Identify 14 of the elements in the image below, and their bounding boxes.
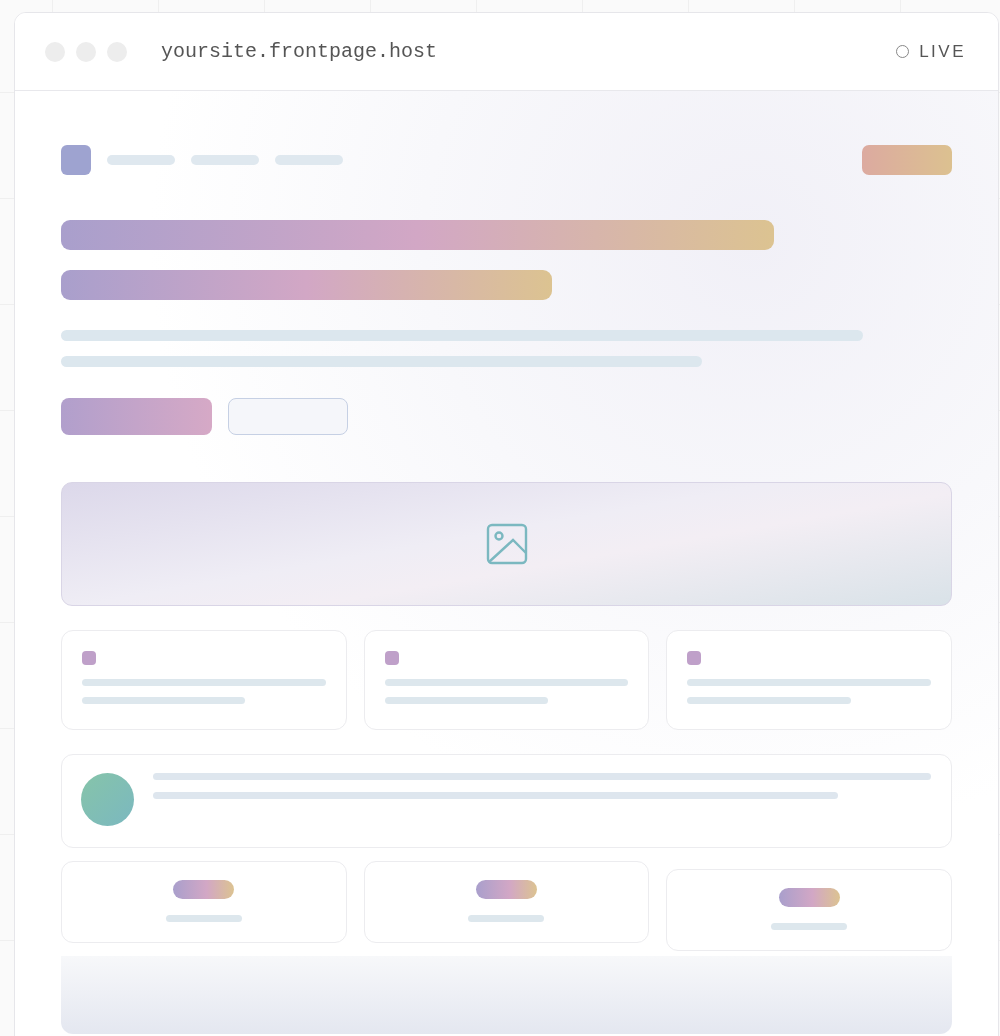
address-text: yoursite.frontpage.host	[161, 40, 438, 63]
nav-link-placeholder	[107, 155, 175, 165]
stat-placeholder	[778, 888, 840, 907]
feature-icon	[687, 651, 702, 665]
feature-icon	[384, 651, 399, 665]
stat-placeholder	[173, 880, 235, 899]
stat-placeholder	[476, 880, 537, 899]
nav-link-placeholder	[191, 155, 259, 165]
logo-placeholder	[61, 145, 91, 175]
status-label: LIVE	[919, 41, 966, 62]
feature-icon	[82, 651, 96, 665]
nav-link-placeholder	[275, 155, 343, 165]
image-icon	[485, 523, 528, 565]
avatar-circle	[81, 773, 134, 826]
